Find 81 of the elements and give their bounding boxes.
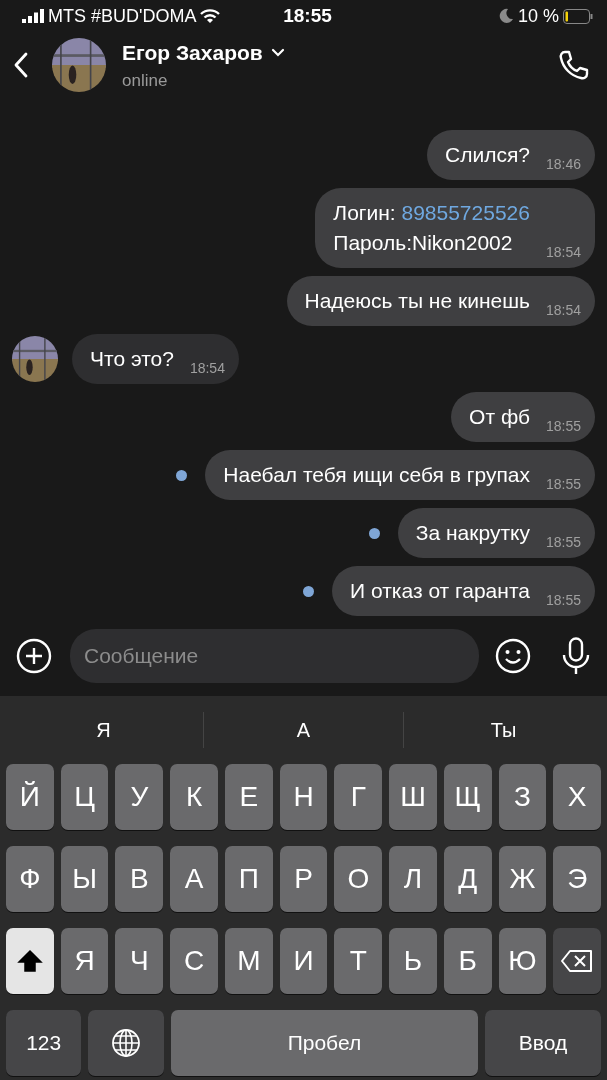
microphone-icon[interactable] xyxy=(561,637,591,675)
moon-icon xyxy=(498,8,514,24)
signal-icon xyxy=(22,9,44,23)
keyboard-key[interactable]: Ь xyxy=(389,928,437,994)
keyboard-key[interactable]: Ы xyxy=(60,846,109,912)
keyboard-key[interactable]: Т xyxy=(334,928,383,994)
back-button[interactable] xyxy=(14,52,28,78)
keyboard-key[interactable]: Ф xyxy=(6,846,54,912)
globe-key[interactable] xyxy=(88,1010,164,1076)
backspace-icon xyxy=(560,949,595,973)
call-button[interactable] xyxy=(557,49,589,81)
message-text: От фб xyxy=(469,404,530,430)
keyboard-key[interactable]: Е xyxy=(224,764,273,830)
keyboard-key[interactable]: Ц xyxy=(60,764,109,830)
carrier-name: MTS #BUD'DOMA xyxy=(48,4,197,28)
wifi-icon xyxy=(200,8,221,24)
keyboard-key[interactable]: Ш xyxy=(389,764,437,830)
globe-icon xyxy=(111,1028,142,1058)
shift-key[interactable] xyxy=(6,928,54,994)
keyboard-key[interactable]: Г xyxy=(334,764,383,830)
battery-icon xyxy=(563,8,593,24)
keyboard-key[interactable]: Р xyxy=(279,846,328,912)
keyboard-key[interactable]: И xyxy=(279,928,328,994)
keyboard-key[interactable]: Ю xyxy=(498,928,547,994)
message-text: Логин: xyxy=(333,201,397,224)
keyboard-key[interactable]: С xyxy=(170,928,218,994)
message-time: 18:54 xyxy=(545,301,581,320)
message-text: Надеюсь ты не кинешь xyxy=(304,288,530,314)
keyboard-key[interactable]: Э xyxy=(553,846,602,912)
keyboard-key[interactable]: Б xyxy=(443,928,492,994)
message-time: 18:55 xyxy=(545,417,581,436)
message-input[interactable]: Сообщение xyxy=(70,629,479,683)
message-text: За накрутку xyxy=(415,520,530,546)
message-time: 18:54 xyxy=(189,359,225,378)
shift-icon xyxy=(16,949,43,973)
clock-time: 18:55 xyxy=(283,3,332,28)
keyboard-key[interactable]: Д xyxy=(443,846,492,912)
suggestion-item[interactable]: А xyxy=(204,715,403,745)
suggestion-item[interactable]: Ты xyxy=(404,715,603,745)
keyboard-key[interactable]: О xyxy=(334,846,383,912)
contact-name[interactable]: Егор Захаров xyxy=(122,36,263,68)
battery-percent: 10 % xyxy=(518,4,559,28)
message-text: Пароль:Nikon2002 xyxy=(333,230,514,256)
keyboard-key[interactable]: П xyxy=(224,846,273,912)
phone-icon xyxy=(557,49,589,81)
keyboard-key[interactable]: Х xyxy=(553,764,602,830)
keyboard-key[interactable]: Л xyxy=(389,846,437,912)
message-time: 18:55 xyxy=(545,533,581,552)
space-key[interactable]: Пробел xyxy=(170,1010,479,1076)
keyboard-key[interactable]: Й xyxy=(6,764,54,830)
keyboard-key[interactable]: А xyxy=(170,846,218,912)
keyboard-key[interactable]: М xyxy=(224,928,273,994)
message-text: И отказ от гаранта xyxy=(350,578,530,604)
contact-status: online xyxy=(122,70,169,92)
phone-link[interactable]: 89855725526 xyxy=(401,201,530,224)
message-text: Что это? xyxy=(90,346,174,372)
contact-avatar xyxy=(52,38,106,92)
keyboard-key[interactable]: Ж xyxy=(498,846,547,912)
keyboard-key[interactable]: В xyxy=(115,846,164,912)
numbers-key[interactable]: 123 xyxy=(6,1010,82,1076)
message-time: 18:46 xyxy=(545,155,581,174)
sender-avatar xyxy=(12,336,58,382)
backspace-key[interactable] xyxy=(553,928,602,994)
keyboard-key[interactable]: Я xyxy=(60,928,109,994)
plus-icon[interactable] xyxy=(16,638,52,674)
keyboard-key[interactable]: К xyxy=(170,764,218,830)
back-icon xyxy=(14,52,28,78)
return-key[interactable]: Ввод xyxy=(485,1010,601,1076)
keyboard-key[interactable]: З xyxy=(498,764,547,830)
message-time: 18:55 xyxy=(545,475,581,494)
keyboard-key[interactable]: Щ xyxy=(443,764,492,830)
keyboard-key[interactable]: Ч xyxy=(115,928,164,994)
keyboard-key[interactable]: Н xyxy=(279,764,328,830)
chevron-down-icon[interactable] xyxy=(270,47,285,57)
suggestion-item[interactable]: Я xyxy=(4,715,203,745)
message-text: Наебал тебя ищи себя в групах xyxy=(223,462,530,488)
message-time: 18:54 xyxy=(545,243,581,262)
keyboard-key[interactable]: У xyxy=(115,764,164,830)
message-text: Слился? xyxy=(445,142,530,168)
message-time: 18:55 xyxy=(545,591,581,610)
emoji-icon[interactable] xyxy=(495,638,531,674)
